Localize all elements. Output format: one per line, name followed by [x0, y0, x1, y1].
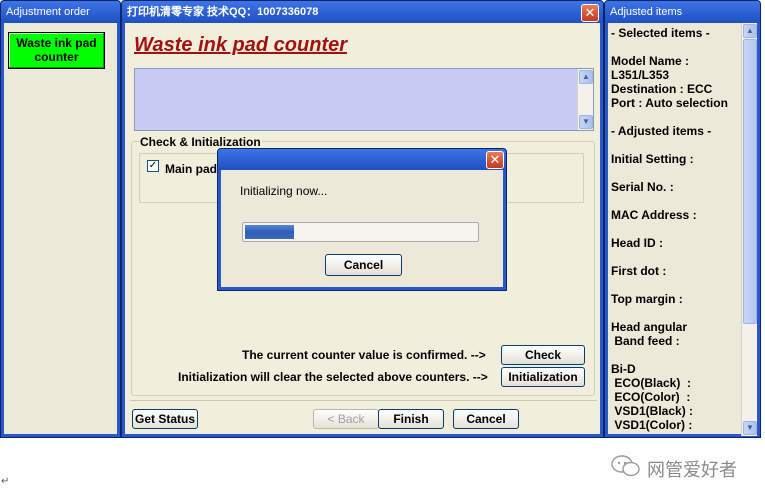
dialog-cancel-button[interactable]: Cancel — [325, 254, 402, 276]
list-line-bi-d: Bi-D — [611, 362, 636, 376]
list-line-vsd1-color: VSD1(Color) : — [611, 418, 693, 432]
list-line-top-margin: Top margin : — [611, 292, 683, 306]
adjustment-order-body: Waste ink pad counter — [4, 23, 117, 434]
list-line-initial-setting: Initial Setting : — [611, 152, 694, 166]
progress-bar — [242, 222, 479, 242]
info-text-area[interactable]: ▲ ▼ — [134, 68, 594, 131]
adjusted-items-body: - Selected items - Model Name : L351/L35… — [608, 23, 757, 436]
list-line-vsd1-black: VSD1(Black) : — [611, 404, 694, 418]
main-window-close-button[interactable]: ✕ — [581, 4, 599, 22]
check-button[interactable]: Check — [501, 345, 585, 365]
page-heading: Waste ink pad counter — [134, 34, 348, 56]
scroll-thumb[interactable] — [743, 39, 757, 324]
initialization-button[interactable]: Initialization — [501, 367, 585, 387]
list-line-serial-no: Serial No. : — [611, 180, 674, 194]
dialog-message: Initializing now... — [240, 184, 328, 198]
adjustment-order-window: Adjustment order Waste ink pad counter — [0, 0, 121, 438]
list-line-head-angular: Head angular — [611, 320, 688, 334]
scroll-up-icon[interactable]: ▲ — [743, 24, 757, 38]
list-line-eco-color: ECO(Color) : — [611, 390, 691, 404]
order-item-waste-ink-pad-counter[interactable]: Waste ink pad counter — [8, 32, 105, 69]
close-icon: ✕ — [489, 152, 501, 167]
text-cursor-mark: ↵ — [1, 476, 10, 487]
list-line-destination: Destination : ECC — [611, 82, 713, 96]
check-icon: ✓ — [148, 160, 158, 171]
check-init-group-label: Check & Initialization — [139, 135, 262, 149]
main-pad-label: Main pad — [165, 162, 218, 176]
initializing-dialog-titlebar — [218, 149, 506, 170]
adjustment-order-title: Adjustment order — [1, 1, 120, 23]
list-line-eco-black: ECO(Black) : — [611, 376, 692, 390]
cancel-button[interactable]: Cancel — [453, 409, 519, 429]
main-window-title: 打印机清零专家 技术QQ：1007336078 — [122, 1, 603, 23]
list-line-port: Port : Auto selection — [611, 96, 728, 110]
info-scrollbar[interactable]: ▲ ▼ — [577, 69, 593, 130]
order-item-label: Waste ink pad counter — [16, 36, 97, 64]
bottom-divider — [130, 400, 597, 401]
adjusted-items-list: - Selected items - Model Name : L351/L35… — [611, 23, 744, 435]
scroll-down-icon[interactable]: ▼ — [743, 421, 757, 435]
list-line-selected-header: - Selected items - — [611, 26, 710, 40]
confirm-text: The current counter value is confirmed. … — [242, 348, 486, 362]
adjusted-items-window: Adjusted items - Selected items - Model … — [604, 0, 761, 438]
list-line-adjusted-header: - Adjusted items - — [611, 124, 712, 138]
get-status-button[interactable]: Get Status — [132, 409, 198, 429]
adjusted-items-title: Adjusted items — [605, 1, 760, 23]
list-line-head-id: Head ID : — [611, 236, 664, 250]
list-line-first-dot: First dot : — [611, 264, 667, 278]
list-line-model-value: L351/L353 — [611, 68, 670, 82]
main-pad-checkbox[interactable]: ✓ — [147, 160, 159, 172]
watermark-text: 网管爱好者 — [647, 460, 737, 481]
back-button[interactable]: < Back — [313, 409, 379, 429]
list-line-mac-address: MAC Address : — [611, 208, 697, 222]
list-line-model-name: Model Name : — [611, 54, 690, 68]
close-icon: ✕ — [584, 5, 596, 20]
wechat-icon — [611, 455, 640, 477]
initializing-dialog: ✕ Initializing now... Cancel — [217, 148, 507, 291]
initializing-dialog-body: Initializing now... Cancel — [221, 170, 503, 287]
scroll-up-icon[interactable]: ▲ — [579, 70, 593, 84]
progress-bar-fill — [245, 225, 294, 239]
adjusted-items-scrollbar[interactable]: ▲ ▼ — [741, 23, 757, 436]
finish-button[interactable]: Finish — [378, 409, 444, 429]
init-text: Initialization will clear the selected a… — [178, 370, 488, 384]
dialog-close-button[interactable]: ✕ — [486, 151, 504, 169]
list-line-band-feed: Band feed : — [611, 334, 680, 348]
scroll-down-icon[interactable]: ▼ — [579, 115, 593, 129]
